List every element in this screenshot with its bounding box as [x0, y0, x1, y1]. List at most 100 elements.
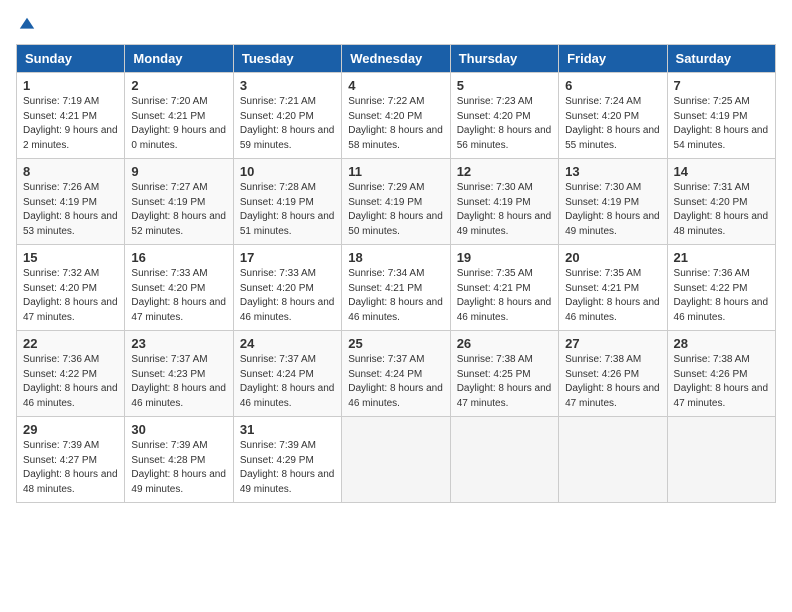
calendar-cell: 11 Sunrise: 7:29 AMSunset: 4:19 PMDaylig…	[342, 159, 450, 245]
cell-info: Sunrise: 7:32 AMSunset: 4:20 PMDaylight:…	[23, 268, 118, 323]
calendar: SundayMondayTuesdayWednesdayThursdayFrid…	[16, 44, 776, 503]
day-header-saturday: Saturday	[667, 45, 775, 73]
day-number: 12	[457, 164, 552, 179]
calendar-week-3: 15 Sunrise: 7:32 AMSunset: 4:20 PMDaylig…	[17, 245, 776, 331]
day-number: 10	[240, 164, 335, 179]
day-number: 24	[240, 336, 335, 351]
calendar-cell: 14 Sunrise: 7:31 AMSunset: 4:20 PMDaylig…	[667, 159, 775, 245]
cell-info: Sunrise: 7:26 AMSunset: 4:19 PMDaylight:…	[23, 182, 118, 237]
cell-info: Sunrise: 7:25 AMSunset: 4:19 PMDaylight:…	[674, 96, 769, 151]
day-number: 26	[457, 336, 552, 351]
cell-info: Sunrise: 7:27 AMSunset: 4:19 PMDaylight:…	[131, 182, 226, 237]
day-header-tuesday: Tuesday	[233, 45, 341, 73]
calendar-cell: 7 Sunrise: 7:25 AMSunset: 4:19 PMDayligh…	[667, 73, 775, 159]
calendar-cell: 5 Sunrise: 7:23 AMSunset: 4:20 PMDayligh…	[450, 73, 558, 159]
cell-info: Sunrise: 7:39 AMSunset: 4:28 PMDaylight:…	[131, 440, 226, 495]
cell-info: Sunrise: 7:39 AMSunset: 4:27 PMDaylight:…	[23, 440, 118, 495]
calendar-cell: 20 Sunrise: 7:35 AMSunset: 4:21 PMDaylig…	[559, 245, 667, 331]
day-number: 16	[131, 250, 226, 265]
calendar-cell: 2 Sunrise: 7:20 AMSunset: 4:21 PMDayligh…	[125, 73, 233, 159]
calendar-cell: 24 Sunrise: 7:37 AMSunset: 4:24 PMDaylig…	[233, 331, 341, 417]
day-header-friday: Friday	[559, 45, 667, 73]
day-number: 15	[23, 250, 118, 265]
cell-info: Sunrise: 7:28 AMSunset: 4:19 PMDaylight:…	[240, 182, 335, 237]
day-number: 13	[565, 164, 660, 179]
day-number: 29	[23, 422, 118, 437]
calendar-cell: 3 Sunrise: 7:21 AMSunset: 4:20 PMDayligh…	[233, 73, 341, 159]
day-number: 5	[457, 78, 552, 93]
calendar-cell: 6 Sunrise: 7:24 AMSunset: 4:20 PMDayligh…	[559, 73, 667, 159]
calendar-cell: 23 Sunrise: 7:37 AMSunset: 4:23 PMDaylig…	[125, 331, 233, 417]
calendar-cell	[559, 417, 667, 503]
calendar-cell: 12 Sunrise: 7:30 AMSunset: 4:19 PMDaylig…	[450, 159, 558, 245]
header	[16, 16, 776, 34]
calendar-cell: 9 Sunrise: 7:27 AMSunset: 4:19 PMDayligh…	[125, 159, 233, 245]
calendar-cell: 30 Sunrise: 7:39 AMSunset: 4:28 PMDaylig…	[125, 417, 233, 503]
calendar-cell: 15 Sunrise: 7:32 AMSunset: 4:20 PMDaylig…	[17, 245, 125, 331]
calendar-cell: 19 Sunrise: 7:35 AMSunset: 4:21 PMDaylig…	[450, 245, 558, 331]
calendar-cell: 16 Sunrise: 7:33 AMSunset: 4:20 PMDaylig…	[125, 245, 233, 331]
day-number: 20	[565, 250, 660, 265]
calendar-cell: 4 Sunrise: 7:22 AMSunset: 4:20 PMDayligh…	[342, 73, 450, 159]
day-number: 31	[240, 422, 335, 437]
calendar-cell	[342, 417, 450, 503]
cell-info: Sunrise: 7:30 AMSunset: 4:19 PMDaylight:…	[565, 182, 660, 237]
cell-info: Sunrise: 7:37 AMSunset: 4:24 PMDaylight:…	[240, 354, 335, 409]
day-number: 22	[23, 336, 118, 351]
cell-info: Sunrise: 7:38 AMSunset: 4:26 PMDaylight:…	[565, 354, 660, 409]
cell-info: Sunrise: 7:21 AMSunset: 4:20 PMDaylight:…	[240, 96, 335, 151]
cell-info: Sunrise: 7:33 AMSunset: 4:20 PMDaylight:…	[240, 268, 335, 323]
cell-info: Sunrise: 7:30 AMSunset: 4:19 PMDaylight:…	[457, 182, 552, 237]
day-number: 2	[131, 78, 226, 93]
day-header-sunday: Sunday	[17, 45, 125, 73]
calendar-cell: 17 Sunrise: 7:33 AMSunset: 4:20 PMDaylig…	[233, 245, 341, 331]
calendar-cell: 31 Sunrise: 7:39 AMSunset: 4:29 PMDaylig…	[233, 417, 341, 503]
calendar-cell: 10 Sunrise: 7:28 AMSunset: 4:19 PMDaylig…	[233, 159, 341, 245]
cell-info: Sunrise: 7:20 AMSunset: 4:21 PMDaylight:…	[131, 96, 226, 151]
calendar-week-2: 8 Sunrise: 7:26 AMSunset: 4:19 PMDayligh…	[17, 159, 776, 245]
day-number: 8	[23, 164, 118, 179]
day-number: 14	[674, 164, 769, 179]
day-number: 1	[23, 78, 118, 93]
calendar-cell: 27 Sunrise: 7:38 AMSunset: 4:26 PMDaylig…	[559, 331, 667, 417]
cell-info: Sunrise: 7:22 AMSunset: 4:20 PMDaylight:…	[348, 96, 443, 151]
logo	[16, 16, 36, 34]
calendar-cell: 13 Sunrise: 7:30 AMSunset: 4:19 PMDaylig…	[559, 159, 667, 245]
cell-info: Sunrise: 7:38 AMSunset: 4:26 PMDaylight:…	[674, 354, 769, 409]
cell-info: Sunrise: 7:39 AMSunset: 4:29 PMDaylight:…	[240, 440, 335, 495]
day-number: 25	[348, 336, 443, 351]
calendar-week-1: 1 Sunrise: 7:19 AMSunset: 4:21 PMDayligh…	[17, 73, 776, 159]
cell-info: Sunrise: 7:38 AMSunset: 4:25 PMDaylight:…	[457, 354, 552, 409]
day-number: 23	[131, 336, 226, 351]
cell-info: Sunrise: 7:35 AMSunset: 4:21 PMDaylight:…	[565, 268, 660, 323]
day-number: 27	[565, 336, 660, 351]
day-number: 6	[565, 78, 660, 93]
day-number: 30	[131, 422, 226, 437]
calendar-week-4: 22 Sunrise: 7:36 AMSunset: 4:22 PMDaylig…	[17, 331, 776, 417]
logo-icon	[18, 16, 36, 34]
day-number: 11	[348, 164, 443, 179]
cell-info: Sunrise: 7:37 AMSunset: 4:23 PMDaylight:…	[131, 354, 226, 409]
calendar-cell	[667, 417, 775, 503]
calendar-cell: 21 Sunrise: 7:36 AMSunset: 4:22 PMDaylig…	[667, 245, 775, 331]
calendar-cell: 25 Sunrise: 7:37 AMSunset: 4:24 PMDaylig…	[342, 331, 450, 417]
day-number: 18	[348, 250, 443, 265]
day-number: 17	[240, 250, 335, 265]
cell-info: Sunrise: 7:19 AMSunset: 4:21 PMDaylight:…	[23, 96, 118, 151]
calendar-cell: 18 Sunrise: 7:34 AMSunset: 4:21 PMDaylig…	[342, 245, 450, 331]
calendar-cell	[450, 417, 558, 503]
cell-info: Sunrise: 7:23 AMSunset: 4:20 PMDaylight:…	[457, 96, 552, 151]
cell-info: Sunrise: 7:34 AMSunset: 4:21 PMDaylight:…	[348, 268, 443, 323]
calendar-cell: 28 Sunrise: 7:38 AMSunset: 4:26 PMDaylig…	[667, 331, 775, 417]
calendar-week-5: 29 Sunrise: 7:39 AMSunset: 4:27 PMDaylig…	[17, 417, 776, 503]
cell-info: Sunrise: 7:31 AMSunset: 4:20 PMDaylight:…	[674, 182, 769, 237]
day-number: 3	[240, 78, 335, 93]
calendar-cell: 22 Sunrise: 7:36 AMSunset: 4:22 PMDaylig…	[17, 331, 125, 417]
day-number: 9	[131, 164, 226, 179]
cell-info: Sunrise: 7:35 AMSunset: 4:21 PMDaylight:…	[457, 268, 552, 323]
day-header-wednesday: Wednesday	[342, 45, 450, 73]
day-header-monday: Monday	[125, 45, 233, 73]
cell-info: Sunrise: 7:36 AMSunset: 4:22 PMDaylight:…	[674, 268, 769, 323]
cell-info: Sunrise: 7:24 AMSunset: 4:20 PMDaylight:…	[565, 96, 660, 151]
cell-info: Sunrise: 7:36 AMSunset: 4:22 PMDaylight:…	[23, 354, 118, 409]
